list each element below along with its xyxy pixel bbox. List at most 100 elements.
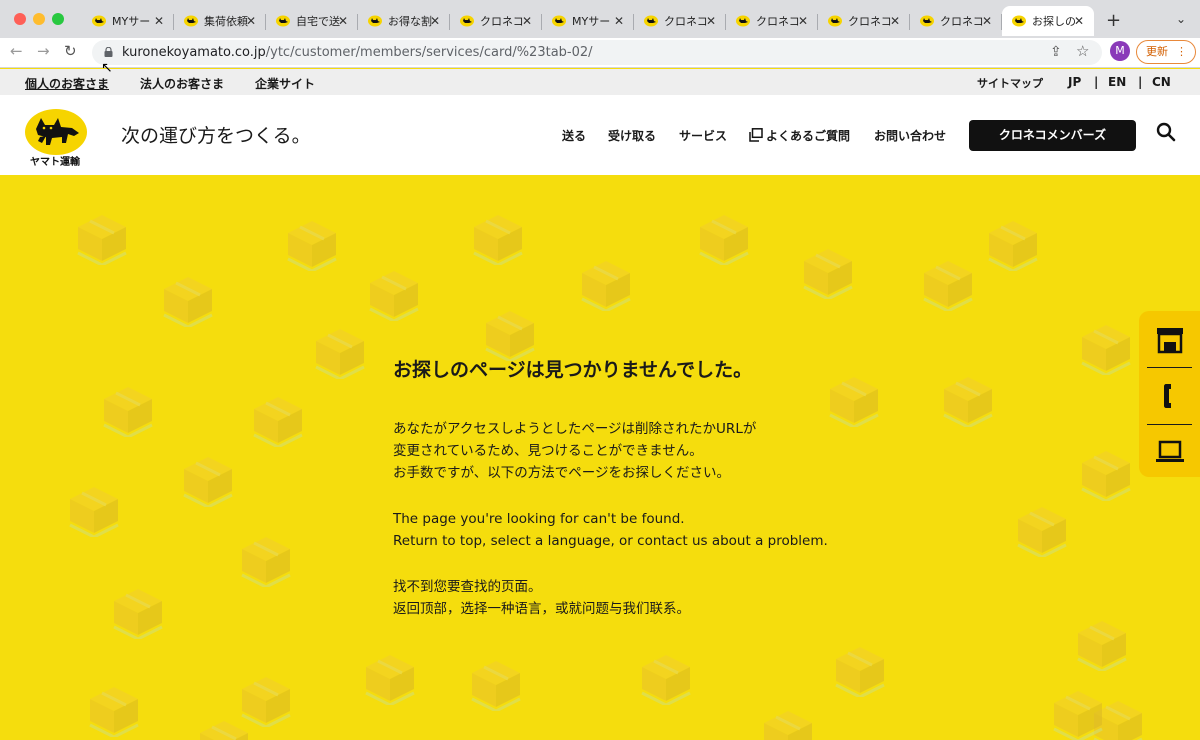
- close-tab-icon[interactable]: ✕: [338, 14, 348, 28]
- nav-send[interactable]: 送る: [562, 127, 586, 144]
- box-pattern-icon: [1050, 685, 1106, 740]
- browser-tab[interactable]: MYサー ✕: [542, 6, 634, 36]
- box-pattern-icon: [638, 649, 694, 707]
- kuroneko-favicon-icon: [920, 15, 934, 27]
- tab-title: お得な割: [388, 15, 432, 28]
- box-pattern-icon: [1078, 319, 1134, 377]
- box-pattern-icon: [760, 705, 816, 740]
- close-tab-icon[interactable]: ✕: [430, 14, 440, 28]
- rail-divider: [1147, 367, 1192, 368]
- bookmark-star-icon[interactable]: ☆: [1076, 42, 1089, 60]
- nav-services[interactable]: サービス: [679, 127, 727, 144]
- close-tab-icon[interactable]: ✕: [982, 14, 992, 28]
- close-tab-icon[interactable]: ✕: [522, 14, 532, 28]
- box-pattern-icon: [110, 583, 166, 641]
- tab-title: お探しの: [1032, 15, 1076, 28]
- browser-tab[interactable]: お得な割 ✕: [358, 6, 450, 36]
- box-pattern-icon: [362, 649, 418, 707]
- browser-tab[interactable]: クロネコ ✕: [818, 6, 910, 36]
- share-icon[interactable]: ⇪: [1050, 44, 1062, 60]
- close-tab-icon[interactable]: ✕: [246, 14, 256, 28]
- kuroneko-favicon-icon: [460, 15, 474, 27]
- box-pattern-icon: [696, 209, 752, 267]
- error-line: あなたがアクセスしようとしたページは削除されたかURLが: [393, 421, 757, 437]
- language-en[interactable]: EN: [1108, 75, 1126, 89]
- kuroneko-favicon-icon: [552, 15, 566, 27]
- maximize-window-button[interactable]: [52, 13, 64, 25]
- box-pattern-icon: [985, 215, 1041, 273]
- tab-strip: MYサー ✕ 集荷依頼 ✕ 自宅で送 ✕ お得な割 ✕ クロネコ ✕ MYサー ✕ クロネコ ✕ クロネコ ✕…: [82, 6, 1094, 38]
- browser-tab[interactable]: クロネコ ✕: [450, 6, 542, 36]
- utility-link-business[interactable]: 法人のお客さま: [140, 75, 224, 92]
- close-tab-icon[interactable]: ✕: [614, 14, 624, 28]
- utility-link-corporate[interactable]: 企業サイト: [255, 75, 315, 92]
- tab-title: 自宅で送: [296, 15, 340, 28]
- update-button[interactable]: 更新 ⋮: [1136, 40, 1196, 64]
- language-cn[interactable]: CN: [1152, 75, 1171, 89]
- error-line: The page you're looking for can't be fou…: [393, 511, 685, 527]
- tab-title: MYサー: [112, 15, 151, 28]
- tab-active[interactable]: お探しの ✕: [1002, 6, 1094, 36]
- language-separator: |: [1138, 75, 1143, 89]
- more-menu-icon: ⋮: [1176, 45, 1187, 58]
- box-pattern-icon: [1074, 615, 1130, 673]
- browser-tab[interactable]: クロネコ ✕: [634, 6, 726, 36]
- tab-title: クロネコ: [756, 15, 800, 28]
- box-pattern-icon: [482, 305, 538, 363]
- close-tab-icon[interactable]: ✕: [890, 14, 900, 28]
- search-icon[interactable]: [1156, 122, 1176, 142]
- site-header: ヤマト運輸 次の運び方をつくる。 送る 受け取る サービス よくあるご質問 お問…: [0, 95, 1200, 175]
- box-pattern-icon: [1078, 445, 1134, 503]
- new-tab-button[interactable]: +: [1106, 10, 1121, 31]
- utility-link-personal[interactable]: 個人のお客さま: [25, 75, 109, 92]
- tab-title: 集荷依頼: [204, 15, 248, 28]
- close-tab-icon[interactable]: ✕: [798, 14, 808, 28]
- close-tab-icon[interactable]: ✕: [1074, 14, 1084, 28]
- box-pattern-icon: [800, 243, 856, 301]
- nav-contact[interactable]: お問い合わせ: [874, 127, 946, 144]
- box-pattern-icon: [238, 531, 294, 589]
- kuroneko-members-button[interactable]: クロネコメンバーズ: [969, 120, 1136, 151]
- language-separator: |: [1094, 75, 1099, 89]
- browser-tab[interactable]: 自宅で送 ✕: [266, 6, 358, 36]
- forward-arrow-icon[interactable]: →: [37, 42, 50, 60]
- browser-tab[interactable]: クロネコ ✕: [726, 6, 818, 36]
- box-pattern-icon: [920, 255, 976, 313]
- browser-tab[interactable]: クロネコ ✕: [910, 6, 1002, 36]
- tab-title: クロネコ: [940, 15, 984, 28]
- browser-tab[interactable]: 集荷依頼 ✕: [174, 6, 266, 36]
- tab-title: クロネコ: [664, 15, 708, 28]
- box-pattern-icon: [250, 391, 306, 449]
- profile-avatar[interactable]: M: [1110, 41, 1130, 61]
- error-line: お手数ですが、以下の方法でページをお探しください。: [393, 465, 730, 481]
- close-tab-icon[interactable]: ✕: [706, 14, 716, 28]
- sitemap-link[interactable]: サイトマップ: [977, 75, 1043, 91]
- mouse-pointer-icon: ↖: [101, 60, 113, 76]
- nav-faq[interactable]: よくあるご質問: [766, 127, 850, 144]
- error-line: 找不到您要查找的页面。: [393, 579, 542, 595]
- tab-search-chevron-icon[interactable]: ⌄: [1176, 12, 1186, 26]
- address-bar[interactable]: kuronekoyamato.co.jp/ytc/customer/member…: [92, 40, 1102, 65]
- close-window-button[interactable]: [14, 13, 26, 25]
- error-message-ja: あなたがアクセスしようとしたページは削除されたかURLが 変更されているため、見…: [393, 418, 833, 484]
- error-title: お探しのページは見つかりませんでした。: [393, 359, 753, 381]
- nav-receive[interactable]: 受け取る: [608, 127, 656, 144]
- phone-icon[interactable]: [1155, 381, 1185, 411]
- store-icon[interactable]: [1155, 325, 1185, 355]
- logo-text: ヤマト運輸: [30, 157, 80, 168]
- box-pattern-icon: [180, 451, 236, 509]
- language-jp[interactable]: JP: [1068, 75, 1081, 89]
- error-line: 返回顶部，选择一种语言，或就问题与我们联系。: [393, 601, 690, 617]
- minimize-window-button[interactable]: [33, 13, 45, 25]
- error-content: お探しのページは見つかりませんでした。 あなたがアクセスしようとしたページは削除…: [393, 355, 833, 644]
- close-tab-icon[interactable]: ✕: [154, 14, 164, 28]
- reload-icon[interactable]: ↻: [64, 42, 77, 60]
- box-pattern-icon: [312, 323, 368, 381]
- url-host: kuronekoyamato.co.jp: [122, 45, 266, 60]
- browser-tab-bar: MYサー ✕ 集荷依頼 ✕ 自宅で送 ✕ お得な割 ✕ クロネコ ✕ MYサー ✕ クロネコ ✕ クロネコ ✕…: [0, 0, 1200, 38]
- box-pattern-icon: [366, 265, 422, 323]
- browser-tab[interactable]: MYサー ✕: [82, 6, 174, 36]
- url-text: kuronekoyamato.co.jp/ytc/customer/member…: [122, 45, 593, 60]
- back-arrow-icon[interactable]: ←: [10, 42, 23, 60]
- laptop-icon[interactable]: [1155, 437, 1185, 467]
